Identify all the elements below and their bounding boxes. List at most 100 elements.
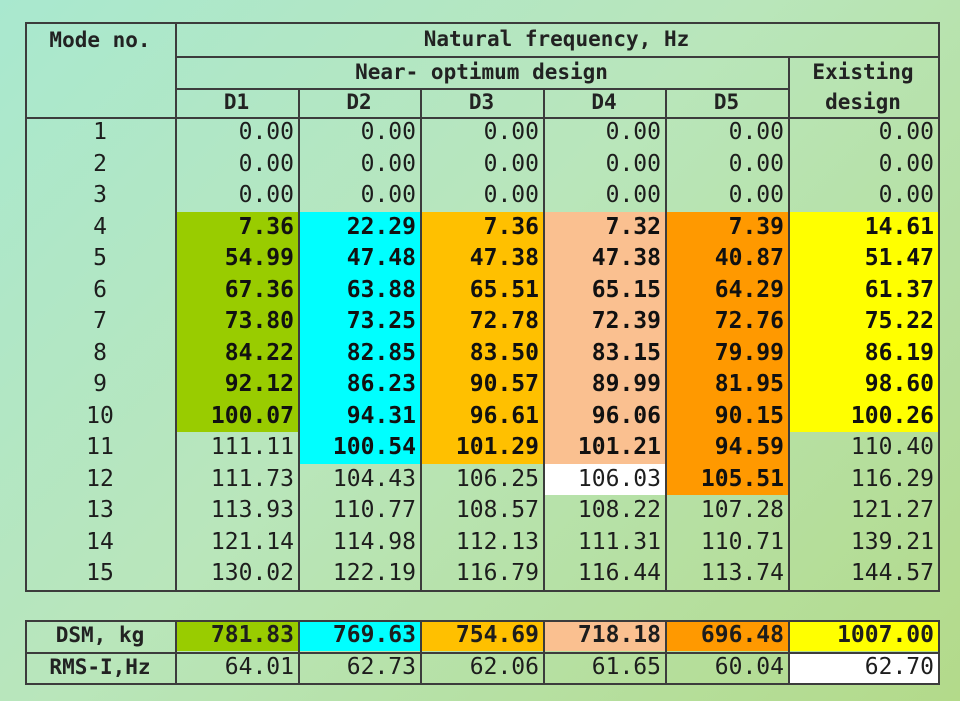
value-cell: 104.43 [332, 465, 416, 492]
grid-line [938, 22, 940, 592]
value-cell: 94.59 [665, 432, 788, 464]
value-cell: 0.00 [238, 182, 294, 209]
mode-number: 8 [93, 339, 107, 366]
value-cell: 110.77 [332, 497, 416, 524]
mode-number: 15 [86, 560, 114, 587]
value-cell: 106.03 [543, 463, 665, 495]
value-cell: 22.29 [298, 211, 420, 243]
value-cell: 79.99 [665, 337, 788, 369]
summary-value-cell: 62.73 [346, 654, 416, 680]
mode-number: 12 [86, 465, 114, 492]
header-d5: D5 [713, 90, 740, 114]
mode-number: 4 [93, 213, 107, 240]
value-cell: 139.21 [850, 528, 934, 555]
value-cell: 73.80 [175, 306, 298, 338]
summary-label: RMS-I,Hz [49, 655, 151, 679]
summary-value-cell: 696.48 [665, 620, 788, 651]
grid-line [420, 620, 422, 683]
value-cell: 83.15 [543, 337, 665, 369]
summary-border-bottom [25, 683, 940, 685]
header-near-optimum-design: Near- optimum design [355, 59, 608, 84]
value-cell: 67.36 [175, 274, 298, 306]
header-d2: D2 [346, 90, 372, 114]
value-cell: 47.38 [543, 243, 665, 275]
mode-number: 9 [93, 371, 107, 398]
value-cell: 111.11 [210, 434, 294, 461]
value-cell: 108.57 [455, 497, 539, 524]
value-cell: 111.31 [577, 528, 661, 555]
header-d3: D3 [468, 90, 495, 114]
value-cell: 0.00 [483, 182, 539, 209]
value-cell: 0.00 [605, 150, 661, 177]
value-cell: 96.06 [543, 400, 665, 432]
value-cell: 7.36 [175, 211, 298, 243]
summary-value-cell: 60.04 [714, 654, 784, 680]
value-cell: 105.51 [665, 463, 788, 495]
summary-label: DSM, kg [55, 623, 145, 647]
value-cell: 122.19 [332, 560, 416, 587]
value-cell: 0.00 [878, 150, 934, 177]
value-cell: 100.07 [175, 400, 298, 432]
value-cell: 116.79 [455, 560, 539, 587]
grid-line [788, 620, 790, 683]
value-cell: 0.00 [728, 119, 784, 146]
value-cell: 75.22 [788, 306, 938, 338]
summary-value-cell: 1007.00 [788, 620, 938, 651]
mode-number: 6 [93, 276, 107, 303]
grid-line [25, 620, 27, 683]
grid-line [665, 88, 667, 590]
value-cell: 54.99 [175, 243, 298, 275]
grid-line [788, 56, 790, 590]
value-cell: 101.29 [420, 432, 543, 464]
mode-number: 3 [93, 182, 107, 209]
value-cell: 7.32 [543, 211, 665, 243]
value-cell: 82.85 [298, 337, 420, 369]
value-cell: 106.25 [455, 465, 539, 492]
header-existing-line1: Existing [812, 59, 914, 84]
value-cell: 0.00 [878, 182, 934, 209]
value-cell: 0.00 [238, 119, 294, 146]
mode-number: 1 [93, 119, 107, 146]
value-cell: 47.48 [298, 243, 420, 275]
summary-border-top [25, 620, 938, 622]
value-cell: 0.00 [728, 150, 784, 177]
summary-value-cell: 62.70 [788, 652, 938, 683]
value-cell: 114.98 [332, 528, 416, 555]
header-mode-no: Mode no. [49, 27, 151, 52]
value-cell: 0.00 [605, 182, 661, 209]
summary-value-cell: 769.63 [298, 620, 420, 651]
value-cell: 100.26 [788, 400, 938, 432]
grid-line [665, 620, 667, 683]
value-cell: 144.57 [850, 560, 934, 587]
value-cell: 51.47 [788, 243, 938, 275]
value-cell: 86.19 [788, 337, 938, 369]
value-cell: 73.25 [298, 306, 420, 338]
summary-value-cell: 781.83 [175, 620, 298, 651]
value-cell: 121.27 [850, 497, 934, 524]
value-cell: 107.28 [700, 497, 784, 524]
value-cell: 96.61 [420, 400, 543, 432]
value-cell: 0.00 [360, 182, 416, 209]
value-cell: 84.22 [175, 337, 298, 369]
summary-value-cell: 718.18 [543, 620, 665, 651]
header-natural-frequency: Natural frequency, Hz [423, 26, 690, 51]
grid-line [543, 88, 545, 590]
value-cell: 0.00 [878, 119, 934, 146]
value-cell: 81.95 [665, 369, 788, 401]
grid-line [25, 652, 938, 654]
value-cell: 110.40 [850, 434, 934, 461]
grid-line [175, 22, 177, 590]
grid-line [25, 117, 938, 119]
value-cell: 86.23 [298, 369, 420, 401]
value-cell: 0.00 [360, 150, 416, 177]
summary-value-cell: 754.69 [420, 620, 543, 651]
grid-line [298, 88, 300, 590]
table-border-top [25, 22, 938, 24]
header-d1: D1 [223, 90, 250, 114]
mode-number: 10 [86, 402, 114, 429]
value-cell: 0.00 [483, 119, 539, 146]
value-cell: 63.88 [298, 274, 420, 306]
value-cell: 0.00 [238, 150, 294, 177]
value-cell: 83.50 [420, 337, 543, 369]
value-cell: 116.44 [577, 560, 661, 587]
